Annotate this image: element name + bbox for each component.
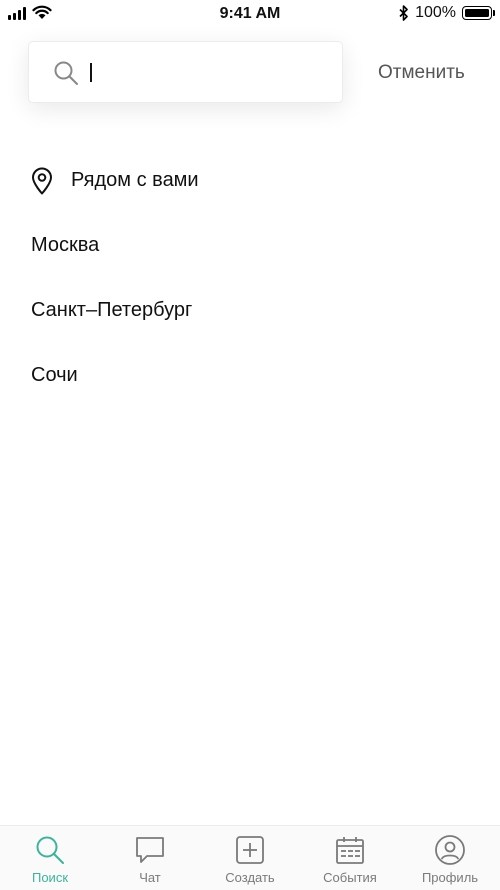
add-square-icon [236,836,264,864]
cancel-button[interactable]: Отменить [378,62,465,84]
list-item-saint-petersburg[interactable]: Санкт–Петербург [0,278,500,343]
search-bar[interactable] [28,41,343,103]
profile-icon [435,835,465,865]
list-item-label: Рядом с вами [71,169,199,191]
tab-create[interactable]: Создать [200,826,300,890]
search-screen: 9:41 AM 100% Отменить Рядом с вами Москв… [0,0,500,890]
text-cursor [90,63,92,82]
tab-label: Создать [225,870,275,885]
bluetooth-icon [399,5,408,21]
tab-label: События [323,870,377,885]
location-pin-icon [31,167,53,195]
search-icon [36,836,64,864]
tab-search[interactable]: Поиск [0,826,100,890]
list-item-label: Сочи [31,364,78,386]
tab-label: Профиль [421,870,479,885]
tab-label: Чат [139,870,161,885]
tab-label: Поиск [31,870,69,885]
tab-events[interactable]: События [300,826,400,890]
status-right: 100% [399,4,495,22]
tab-bar: Поиск Чат Создать События Профиль [0,825,500,890]
list-item-label: Москва [31,234,100,256]
battery-fill [465,9,489,17]
search-icon [53,60,79,86]
chat-icon [136,837,164,863]
list-item-nearby[interactable]: Рядом с вами [0,148,500,213]
battery-icon [462,6,495,20]
list-item-moscow[interactable]: Москва [0,213,500,278]
status-bar: 9:41 AM 100% [0,0,500,28]
list-item-label: Санкт–Петербург [31,299,193,321]
list-item-sochi[interactable]: Сочи [0,343,500,408]
search-input[interactable] [89,56,329,90]
tab-profile[interactable]: Профиль [400,826,500,890]
tab-chat[interactable]: Чат [100,826,200,890]
result-list: Рядом с вами Москва Санкт–Петербург Сочи [0,148,500,408]
battery-percent: 100% [415,4,456,21]
calendar-icon [336,837,364,864]
